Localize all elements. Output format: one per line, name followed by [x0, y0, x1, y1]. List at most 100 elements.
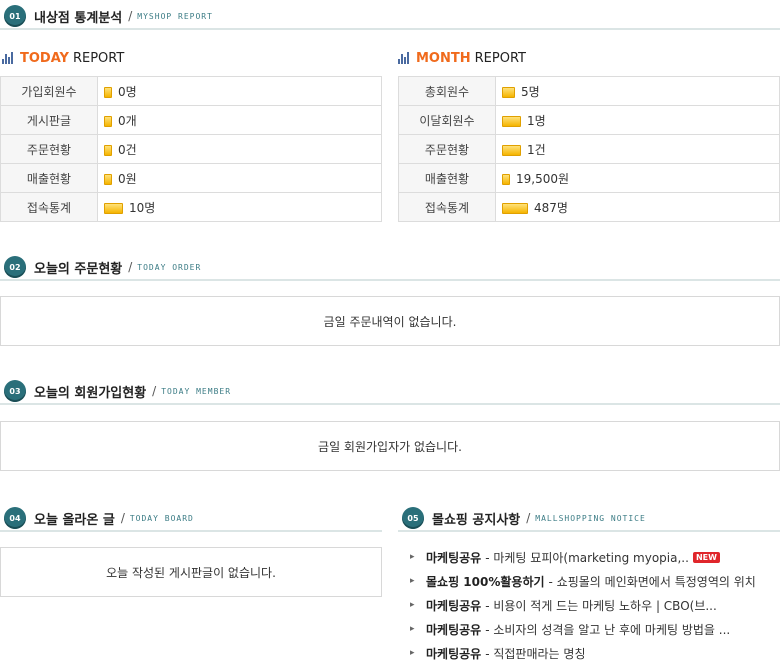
- stat-level-bar: [104, 86, 112, 98]
- report-title-rest: REPORT: [72, 50, 125, 66]
- stat-value: 10명: [129, 200, 156, 215]
- stat-row: 접속통계 487명: [398, 192, 780, 222]
- new-badge: NEW: [692, 551, 720, 563]
- stat-level-bar: [502, 86, 515, 98]
- stat-row: 가입회원수 0명: [0, 76, 382, 106]
- stat-value: 1건: [527, 142, 546, 157]
- section-number-badge: 02: [4, 256, 26, 278]
- stat-value: 0명: [118, 84, 137, 99]
- bar-chart-icon: [398, 52, 410, 64]
- stat-value-cell: 487명: [495, 192, 780, 222]
- stat-label: 총회원수: [398, 76, 496, 106]
- report-title-rest: REPORT: [474, 50, 526, 66]
- notice-item[interactable]: ▸ 마케팅공유 - 소비자의 성격을 알고 난 후에 마케팅 방법을 ...: [410, 617, 780, 641]
- notice-category: 마케팅공유: [426, 646, 482, 661]
- stat-value-cell: 0개: [97, 105, 382, 135]
- notice-category: 마케팅공유: [426, 598, 482, 613]
- report-title-accent: MONTH: [416, 50, 471, 66]
- arrow-right-icon: ▸: [410, 600, 415, 610]
- stat-value-cell: 1명: [495, 105, 780, 135]
- title-separator: /: [152, 384, 157, 398]
- notice-link-text[interactable]: - 소비자의 성격을 알고 난 후에 마케팅 방법을 ...: [485, 621, 730, 638]
- stat-row: 주문현황 0건: [0, 134, 382, 164]
- stat-value-cell: 1건: [495, 134, 780, 164]
- stat-row: 주문현황 1건: [398, 134, 780, 164]
- title-separator: /: [128, 9, 133, 23]
- stat-value: 19,500원: [516, 171, 570, 186]
- stat-row: 접속통계 10명: [0, 192, 382, 222]
- stat-level-bar: [502, 202, 528, 214]
- notice-link-text[interactable]: - 비용이 적게 드는 마케팅 노하우 | CBO(브...: [485, 597, 717, 614]
- stat-row: 이달회원수 1명: [398, 105, 780, 135]
- section-subtitle: TODAY BOARD: [129, 513, 194, 523]
- today-board-empty-message: 오늘 작성된 게시판글이 없습니다.: [0, 547, 382, 597]
- stat-label: 접속통계: [398, 192, 496, 222]
- notice-item[interactable]: ▸ 마케팅공유 - 비용이 적게 드는 마케팅 노하우 | CBO(브...: [410, 593, 780, 617]
- notice-category: 몰쇼핑 100%활용하기: [426, 574, 545, 589]
- section-subtitle: MALLSHOPPING NOTICE: [535, 513, 646, 523]
- section-title-text: 오늘 올라온 글: [34, 512, 115, 528]
- notice-list: ▸ 마케팅공유 - 마케팅 묘피아(marketing myopia,.. NEW ▸ 몰…: [410, 545, 780, 665]
- section-number-badge: 03: [4, 380, 26, 402]
- stat-label: 접속통계: [0, 192, 98, 222]
- notice-category: 마케팅공유: [426, 550, 482, 565]
- today-order-empty-message: 금일 주문내역이 없습니다.: [0, 296, 780, 346]
- stat-value-cell: 0명: [97, 76, 382, 106]
- stat-label: 가입회원수: [0, 76, 98, 106]
- today-member-empty-message: 금일 회원가입자가 없습니다.: [0, 421, 780, 471]
- report-title-accent: TODAY: [20, 50, 69, 66]
- section-title-mall-notice: 05 몰쇼핑 공지사항 / MALLSHOPPING NOTICE: [398, 506, 780, 532]
- stat-value: 5명: [521, 84, 540, 99]
- stat-value: 1명: [527, 113, 546, 128]
- stat-level-bar: [502, 144, 521, 156]
- stat-value-cell: 0원: [97, 163, 382, 193]
- notice-category: 마케팅공유: [426, 622, 482, 637]
- stat-level-bar: [104, 202, 123, 214]
- notice-item[interactable]: ▸ 마케팅공유 - 마케팅 묘피아(marketing myopia,.. NEW: [410, 545, 780, 569]
- stat-row: 총회원수 5명: [398, 76, 780, 106]
- section-title-text: 오늘의 회원가입현황: [34, 385, 147, 401]
- stat-value-cell: 19,500원: [495, 163, 780, 193]
- section-subtitle: MYSHOP REPORT: [137, 11, 213, 21]
- stat-value: 0건: [118, 142, 137, 157]
- title-separator: /: [128, 260, 133, 274]
- stat-row: 매출현황 19,500원: [398, 163, 780, 193]
- stat-level-bar: [502, 115, 521, 127]
- section-title-today-member: 03 오늘의 회원가입현황 / TODAY MEMBER: [0, 379, 780, 405]
- stat-value-cell: 5명: [495, 76, 780, 106]
- stat-label: 이달회원수: [398, 105, 496, 135]
- bar-chart-icon: [2, 52, 14, 64]
- section-subtitle: TODAY ORDER: [137, 262, 202, 272]
- stat-value-cell: 0건: [97, 134, 382, 164]
- notice-link-text[interactable]: - 직접판매라는 명칭: [485, 645, 585, 662]
- notice-item[interactable]: ▸ 몰쇼핑 100%활용하기 - 쇼핑몰의 메인화면에서 특정영역의 위치: [410, 569, 780, 593]
- section-number-badge: 04: [4, 507, 26, 529]
- section-number-badge: 05: [402, 507, 424, 529]
- section-title-today-board: 04 오늘 올라온 글 / TODAY BOARD: [0, 506, 382, 532]
- stat-value: 487명: [534, 200, 568, 215]
- stat-value-cell: 10명: [97, 192, 382, 222]
- notice-link-text[interactable]: - 쇼핑몰의 메인화면에서 특정영역의 위치: [549, 573, 756, 590]
- section-title-text: 내상점 통계분석: [34, 10, 123, 26]
- arrow-right-icon: ▸: [410, 576, 415, 586]
- stat-level-bar: [104, 144, 112, 156]
- stat-label: 매출현황: [0, 163, 98, 193]
- stat-label: 주문현황: [0, 134, 98, 164]
- section-title-myshop-report: 01 내상점 통계분석 / MYSHOP REPORT: [0, 4, 780, 30]
- stat-row: 게시판글 0개: [0, 105, 382, 135]
- notice-item[interactable]: ▸ 마케팅공유 - 직접판매라는 명칭: [410, 641, 780, 665]
- stat-level-bar: [502, 173, 510, 185]
- section-title-text: 오늘의 주문현황: [34, 261, 123, 277]
- stat-level-bar: [104, 115, 112, 127]
- stat-row: 매출현황 0원: [0, 163, 382, 193]
- today-report-table: 가입회원수 0명게시판글 0개 주문현황 0건매출현황 0원접속통계 10명: [0, 76, 382, 222]
- arrow-right-icon: ▸: [410, 648, 415, 658]
- notice-link-text[interactable]: - 마케팅 묘피아(marketing myopia,..: [485, 549, 689, 566]
- title-separator: /: [120, 511, 125, 525]
- title-separator: /: [526, 511, 531, 525]
- month-report-title: MONTH REPORT: [398, 48, 526, 68]
- stat-value: 0원: [118, 171, 137, 186]
- section-subtitle: TODAY MEMBER: [161, 386, 232, 396]
- stat-label: 게시판글: [0, 105, 98, 135]
- stat-level-bar: [104, 173, 112, 185]
